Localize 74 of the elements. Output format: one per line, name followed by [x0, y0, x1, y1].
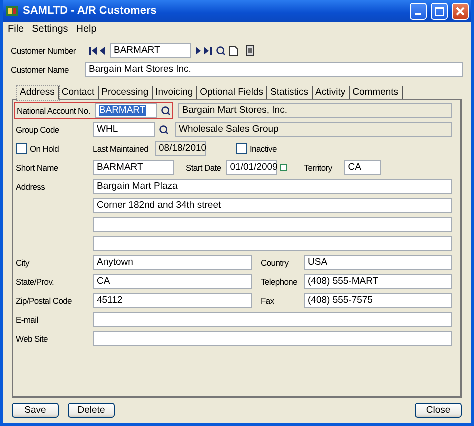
input-field[interactable] — [93, 331, 452, 346]
display-field: Bargain Mart Stores, Inc. — [178, 103, 452, 118]
search-icon[interactable] — [215, 45, 226, 56]
field-label: Country — [261, 258, 290, 268]
tab[interactable]: Contact — [58, 86, 99, 99]
close-window-button[interactable]: Close — [415, 403, 462, 418]
app-icon — [5, 4, 19, 18]
field-label: Web Site — [16, 334, 49, 344]
minimize-button[interactable] — [410, 2, 427, 20]
input-field[interactable]: CA — [93, 274, 252, 289]
tab[interactable]: Address — [17, 86, 59, 100]
field-label: E-mail — [16, 314, 40, 324]
checkbox-label: On Hold — [30, 144, 60, 154]
menu-item[interactable]: Help — [73, 24, 100, 35]
menu-item[interactable]: File — [5, 24, 28, 35]
maximize-icon — [435, 6, 444, 16]
input-field[interactable]: 01/01/2009 — [226, 160, 278, 175]
field-label: Group Code — [16, 124, 60, 134]
checkbox[interactable] — [16, 143, 27, 154]
input-field[interactable]: USA — [304, 255, 452, 270]
field-label: Fax — [261, 296, 276, 306]
document-icon[interactable] — [246, 45, 254, 56]
close-icon — [456, 6, 465, 16]
input-field[interactable]: Anytown — [93, 255, 252, 270]
input-field[interactable]: Bargain Mart Stores Inc. — [85, 62, 463, 77]
last-record-icon[interactable] — [204, 46, 212, 54]
input-field[interactable]: BARMART — [95, 103, 158, 118]
field-label: Zip/Postal Code — [16, 296, 73, 306]
action-button[interactable]: Delete — [68, 403, 115, 418]
input-field[interactable]: (408) 555-MART — [304, 274, 452, 289]
input-field[interactable]: Corner 182nd and 34th street — [93, 198, 452, 213]
field-label: Short Name — [16, 162, 60, 172]
tab[interactable]: Processing — [98, 86, 153, 99]
input-field[interactable] — [93, 236, 452, 251]
tab[interactable]: Invoicing — [152, 86, 198, 99]
field-label: City — [16, 258, 31, 268]
tab[interactable]: Activity — [312, 86, 350, 99]
input-field[interactable] — [93, 217, 452, 232]
field-label: Start Date — [186, 162, 222, 172]
input-field[interactable]: (408) 555-7575 — [304, 293, 452, 308]
previous-record-icon[interactable] — [100, 46, 105, 54]
field-label: Customer Number — [11, 46, 77, 56]
tab[interactable]: Optional Fields — [197, 86, 268, 99]
input-field[interactable] — [93, 312, 452, 327]
search-icon[interactable] — [160, 105, 172, 116]
action-button[interactable]: Save — [12, 403, 59, 418]
field-label: Telephone — [261, 276, 299, 286]
field-label: Customer Name — [11, 64, 70, 74]
menu-item[interactable]: Settings — [29, 24, 72, 35]
field-label: Territory — [304, 162, 334, 172]
field-label: Address — [16, 182, 46, 192]
checkbox-label: Inactive — [250, 144, 278, 154]
field-label: State/Prov. — [16, 276, 56, 286]
close-button[interactable] — [452, 2, 469, 20]
input-field[interactable]: CA — [344, 160, 382, 175]
checkbox[interactable] — [236, 143, 247, 154]
field-label: Last Maintained — [93, 144, 150, 154]
display-field: 08/18/2010 — [155, 141, 206, 156]
maximize-button[interactable] — [431, 2, 448, 20]
input-field[interactable]: BARMART — [93, 160, 174, 175]
input-field[interactable]: 45112 — [93, 293, 252, 308]
input-field[interactable]: WHL — [93, 122, 155, 137]
window-title: SAMLTD - A/R Customers — [23, 5, 158, 17]
input-field[interactable]: BARMART — [110, 43, 191, 58]
field-label: National Account No. — [17, 106, 92, 116]
next-record-icon[interactable] — [196, 46, 201, 54]
calendar-icon[interactable] — [280, 164, 288, 171]
tab[interactable]: Statistics — [267, 86, 312, 99]
input-field[interactable]: Bargain Mart Plaza — [93, 179, 452, 194]
search-icon[interactable] — [158, 124, 169, 135]
display-field: Wholesale Sales Group — [175, 122, 452, 137]
tab[interactable]: Comments — [350, 86, 403, 99]
new-document-icon[interactable] — [229, 46, 238, 56]
first-record-icon[interactable] — [89, 46, 97, 54]
